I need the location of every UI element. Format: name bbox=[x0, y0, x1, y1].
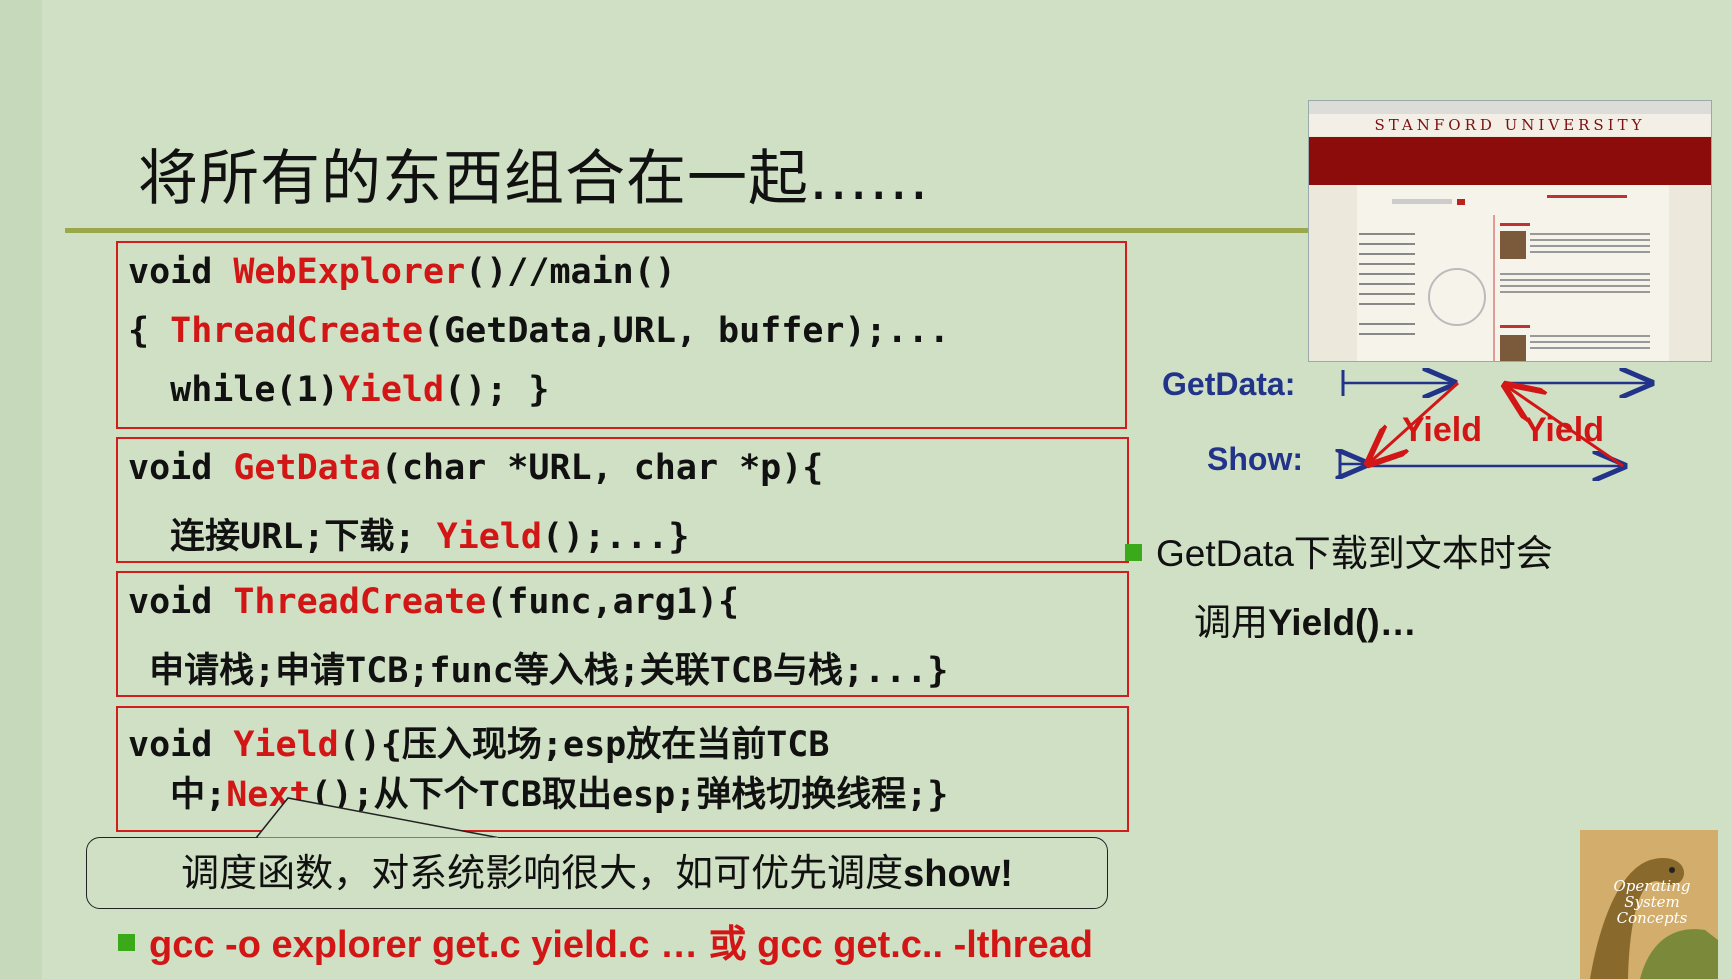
yield-label-2: Yield bbox=[1524, 411, 1604, 449]
right-bullet-line2: 调用Yield()… bbox=[1194, 602, 1417, 643]
right-bullet-line1: GetData下载到文本时会 bbox=[1125, 523, 1553, 577]
yield-label-1: Yield bbox=[1402, 411, 1482, 449]
thread-switch-diagram bbox=[0, 0, 1732, 979]
book-cover-title: Operating System Concepts bbox=[1613, 877, 1691, 927]
bullet-square-icon bbox=[1125, 543, 1142, 561]
book-cover-image: Operating System Concepts bbox=[1580, 830, 1718, 979]
